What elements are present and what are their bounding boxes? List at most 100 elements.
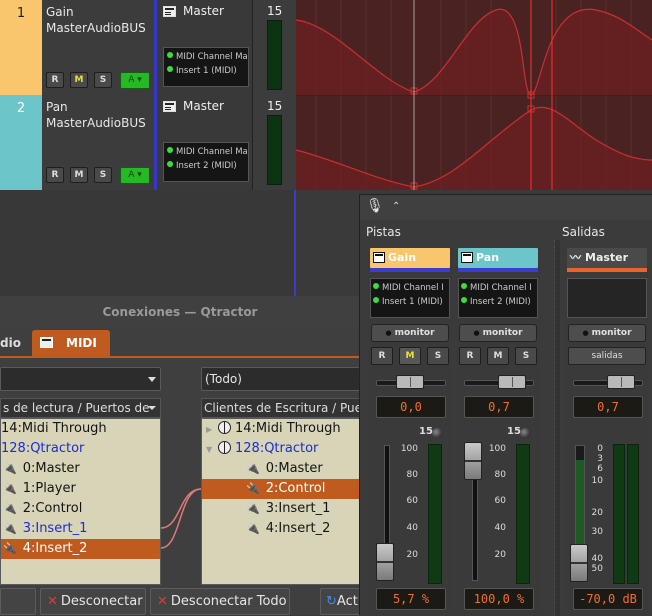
scale-label: 100 bbox=[400, 444, 418, 454]
solo-button[interactable]: S bbox=[94, 167, 112, 183]
plugin-item[interactable]: Insert 2 (MIDI) bbox=[167, 159, 248, 173]
automation-button[interactable]: A ▾ bbox=[120, 167, 150, 184]
strip-header[interactable]: Pan bbox=[458, 248, 538, 268]
playhead-line bbox=[294, 190, 296, 296]
list-item[interactable]: 🔌 3:Insert_1 bbox=[1, 519, 160, 539]
list-item[interactable]: 🔌 3:Insert_1 bbox=[202, 499, 359, 519]
client-icon bbox=[218, 441, 231, 454]
readable-list-header[interactable]: s de lectura / Puertos de bbox=[0, 398, 161, 418]
refresh-button[interactable]: ↻Act bbox=[320, 588, 360, 615]
gain-value[interactable]: 100,0 % bbox=[464, 588, 534, 610]
plugin-list[interactable]: MIDI Channel Ma Insert 2 (MIDI) bbox=[163, 142, 249, 182]
automation-button[interactable]: A ▾ bbox=[120, 72, 150, 89]
strip-color-bar bbox=[370, 268, 450, 272]
disconnect-button[interactable]: ✕ Desconectar bbox=[40, 588, 146, 615]
list-item[interactable]: 🔌 0:Master bbox=[202, 459, 359, 479]
tab-midi[interactable]: MIDI bbox=[32, 330, 110, 356]
plugin-list[interactable]: MIDI Channel I Insert 1 (MIDI) bbox=[370, 278, 450, 318]
connect-button[interactable] bbox=[0, 588, 36, 615]
automation-curves bbox=[296, 0, 652, 190]
record-button[interactable]: R bbox=[46, 72, 64, 88]
list-item-selected[interactable]: 🔌 4:Insert_2 bbox=[1, 539, 160, 559]
solo-button[interactable]: S bbox=[94, 72, 112, 88]
gain-fader-handle[interactable] bbox=[376, 543, 394, 581]
scale-label: 0 bbox=[597, 444, 603, 454]
readable-client-select[interactable] bbox=[0, 367, 161, 391]
plugin-item[interactable]: Insert 1 (MIDI) bbox=[167, 64, 248, 78]
list-item[interactable]: 🔌 0:Master bbox=[1, 459, 160, 479]
track-bus: MasterAudioBUS bbox=[46, 116, 146, 130]
strip-header[interactable]: 〰 Master bbox=[567, 248, 647, 268]
list-item[interactable]: 128:Qtractor bbox=[1, 439, 160, 459]
track-bus: MasterAudioBUS bbox=[46, 21, 146, 35]
pan-value[interactable]: 0,7 bbox=[464, 396, 534, 418]
automation-label: A bbox=[128, 75, 135, 85]
plugin-item[interactable]: MIDI Channel I bbox=[461, 281, 537, 295]
track-row-1[interactable]: 1 Gain MasterAudioBUS R M S A ▾ Master M… bbox=[0, 0, 296, 95]
pan-value[interactable]: 0,7 bbox=[573, 396, 643, 418]
writable-list-header[interactable]: Clientes de Escritura / Pue bbox=[201, 398, 360, 418]
plugin-list[interactable] bbox=[567, 278, 647, 318]
plugin-list[interactable]: MIDI Channel Ma Insert 1 (MIDI) bbox=[163, 47, 249, 87]
solo-button[interactable]: S bbox=[427, 347, 449, 365]
monitor-button[interactable]: monitor bbox=[568, 324, 646, 342]
collapse-arrow-icon[interactable]: ▼ bbox=[206, 440, 218, 460]
mute-button[interactable]: M bbox=[399, 347, 421, 365]
list-item[interactable]: ▼ 128:Qtractor bbox=[202, 439, 359, 459]
disconnect-all-button[interactable]: ✕ Desconectar Todo bbox=[150, 588, 290, 615]
mute-button[interactable]: M bbox=[70, 167, 88, 183]
collapse-arrow-icon[interactable]: ⌃ bbox=[392, 201, 400, 212]
list-item[interactable]: 🔌 4:Insert_2 bbox=[202, 519, 359, 539]
track-info: Pan MasterAudioBUS R M S A ▾ bbox=[42, 95, 154, 190]
readable-ports-list[interactable]: 14:Midi Through 128:Qtractor 🔌 0:Master 🔌… bbox=[0, 418, 161, 585]
plugin-item[interactable]: Insert 2 (MIDI) bbox=[461, 295, 537, 309]
connection-lines bbox=[161, 488, 201, 549]
track-row-2[interactable]: 2 Pan MasterAudioBUS R M S A ▾ Master MI… bbox=[0, 95, 296, 190]
scale-label: 50 bbox=[591, 564, 603, 574]
mute-button[interactable]: M bbox=[70, 72, 88, 88]
track-meter: 15 bbox=[252, 0, 296, 95]
tab-underline bbox=[0, 356, 360, 358]
meter-bar bbox=[267, 20, 282, 90]
list-item-selected[interactable]: 🔌 2:Control bbox=[202, 479, 359, 499]
monitor-button[interactable]: monitor bbox=[459, 324, 537, 342]
list-item[interactable]: 14:Midi Through bbox=[1, 419, 160, 439]
record-button[interactable]: R bbox=[46, 167, 64, 183]
track-number: 1 bbox=[0, 0, 42, 95]
plugin-item[interactable]: MIDI Channel I bbox=[373, 281, 449, 295]
plugin-item[interactable]: MIDI Channel Ma bbox=[167, 50, 248, 64]
pan-slider-handle[interactable] bbox=[607, 375, 635, 389]
list-item[interactable]: 🔌 1:Player bbox=[1, 479, 160, 499]
tab-audio[interactable]: dio bbox=[0, 331, 28, 356]
plugin-item[interactable]: MIDI Channel Ma bbox=[167, 145, 248, 159]
plug-icon: 🔌 bbox=[246, 482, 260, 495]
automation-area[interactable] bbox=[296, 0, 652, 190]
writable-client-select[interactable]: (Todo) bbox=[201, 367, 360, 391]
plugin-item[interactable]: Insert 1 (MIDI) bbox=[373, 295, 449, 309]
pan-slider-handle[interactable] bbox=[396, 375, 424, 389]
level-meter bbox=[516, 444, 530, 584]
record-button[interactable]: R bbox=[371, 347, 393, 365]
list-item[interactable]: ▶ 14:Midi Through bbox=[202, 419, 359, 439]
scale-label: 20 bbox=[591, 508, 603, 518]
splitter-handle[interactable] bbox=[554, 240, 560, 616]
expand-arrow-icon[interactable]: ▶ bbox=[206, 420, 218, 440]
record-button[interactable]: R bbox=[459, 347, 481, 365]
pan-slider-handle[interactable] bbox=[498, 375, 526, 389]
monitor-button[interactable]: monitor bbox=[371, 324, 449, 342]
gain-value[interactable]: 5,7 % bbox=[376, 588, 446, 610]
meter-value: 15 bbox=[267, 99, 283, 113]
active-led-icon bbox=[167, 52, 173, 58]
solo-button[interactable]: S bbox=[515, 347, 537, 365]
gain-fader-handle[interactable] bbox=[464, 442, 482, 480]
scale-label: 80 bbox=[406, 470, 418, 480]
gain-value[interactable]: -70,0 dB bbox=[573, 588, 643, 610]
strip-header[interactable]: Gain bbox=[370, 248, 450, 268]
plugin-list[interactable]: MIDI Channel I Insert 2 (MIDI) bbox=[458, 278, 538, 318]
mute-button[interactable]: M bbox=[487, 347, 509, 365]
writable-ports-list[interactable]: ▶ 14:Midi Through ▼ 128:Qtractor 🔌 0:Master… bbox=[201, 418, 360, 585]
pan-value[interactable]: 0,0 bbox=[376, 396, 446, 418]
list-item[interactable]: 🔌 2:Control bbox=[1, 499, 160, 519]
route-button[interactable]: salidas bbox=[568, 347, 646, 365]
mixer-toolbar: 🎙 ⌃ bbox=[360, 195, 652, 220]
